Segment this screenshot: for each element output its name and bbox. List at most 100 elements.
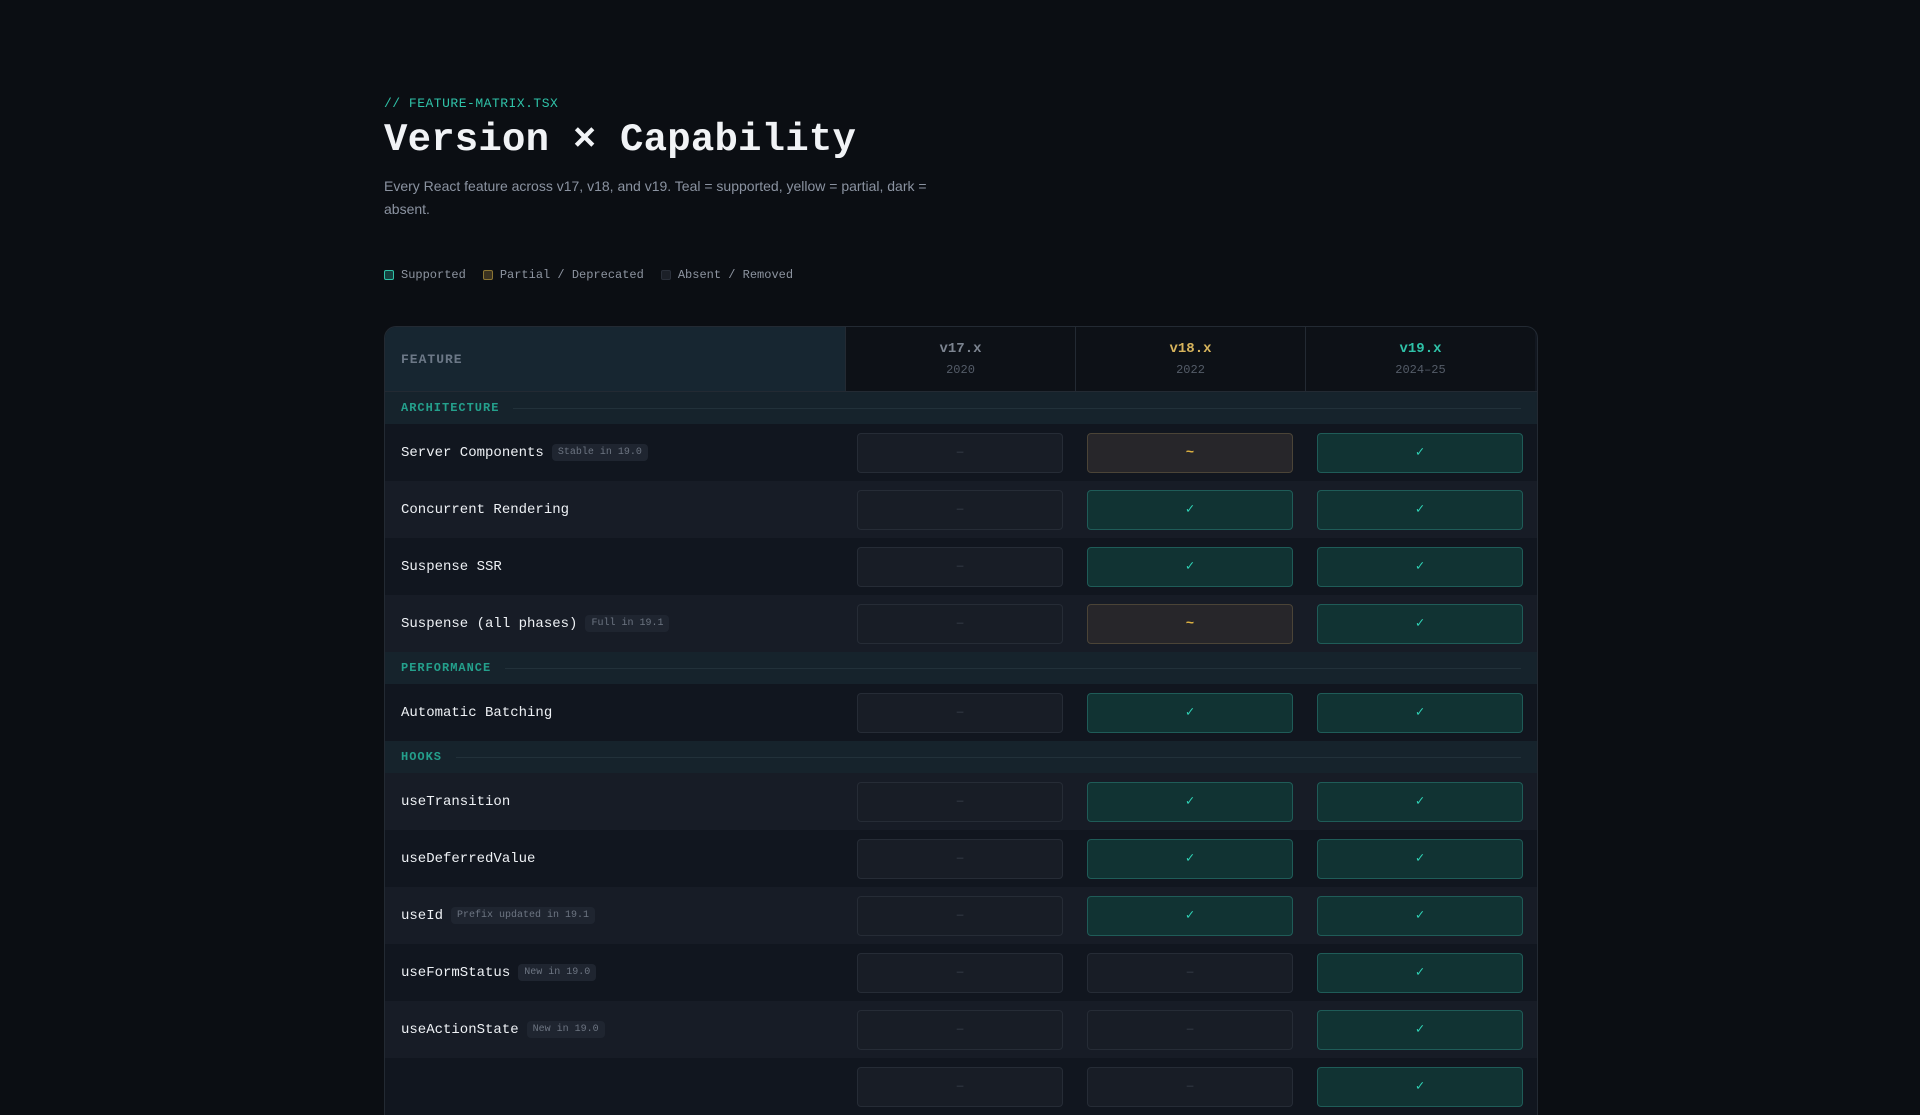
legend-label: Partial / Deprecated (499, 268, 644, 282)
version-note-badge: Stable in 19.0 (551, 444, 648, 461)
legend: Supported Partial / Deprecated Absent / … (384, 268, 810, 282)
check-icon[interactable]: ✓ (1087, 489, 1293, 530)
version-note-badge: New in 19.0 (518, 964, 597, 981)
page-subtitle: Every React feature across v17, v18, and… (384, 178, 927, 217)
dash-icon[interactable]: — (857, 603, 1063, 644)
check-icon[interactable]: ✓ (1317, 546, 1523, 587)
dash-icon[interactable]: — (857, 1009, 1063, 1050)
tilde-icon[interactable]: ~ (1087, 432, 1293, 473)
version-name: v19.x (1399, 341, 1442, 357)
status-cell-v18: — (1075, 944, 1305, 1001)
dash-icon[interactable]: — (1087, 1009, 1293, 1050)
legend-label: Supported (401, 268, 466, 282)
check-icon[interactable]: ✓ (1317, 603, 1523, 644)
file-kicker: // FEATURE-MATRIX.TSX (384, 96, 559, 111)
version-year: 2020 (946, 363, 975, 377)
feature-name: Suspense SSR (401, 558, 502, 575)
check-icon[interactable]: ✓ (1317, 1009, 1523, 1050)
dash-icon[interactable]: — (857, 546, 1063, 587)
check-icon[interactable]: ✓ (1317, 1066, 1523, 1107)
version-year: 2024–25 (1395, 363, 1446, 377)
section-header-hooks: HOOKS (385, 741, 1537, 773)
check-icon[interactable]: ✓ (1317, 781, 1523, 822)
version-header-v19: v19.x 2024–25 (1305, 327, 1535, 391)
check-icon[interactable]: ✓ (1317, 838, 1523, 879)
check-icon[interactable]: ✓ (1087, 546, 1293, 587)
status-cell-v17: — (845, 944, 1075, 1001)
feature-row-useid: useId Prefix updated in 19.1 — ✓ ✓ (385, 887, 1537, 944)
feature-row-blank: — — ✓ (385, 1058, 1537, 1115)
feature-column-header: FEATURE (385, 327, 845, 391)
status-cell-v18: ~ (1075, 595, 1305, 652)
status-cell-v19: ✓ (1305, 1001, 1535, 1058)
status-cell-v18: ✓ (1075, 830, 1305, 887)
status-cell-v17: — (845, 1058, 1075, 1115)
check-icon[interactable]: ✓ (1317, 895, 1523, 936)
legend-item-absent: Absent / Removed (660, 268, 794, 282)
tilde-icon[interactable]: ~ (1087, 603, 1293, 644)
status-cell-v18: — (1075, 1001, 1305, 1058)
feature-cell: Server Components Stable in 19.0 (385, 444, 845, 461)
check-icon[interactable]: ✓ (1087, 895, 1293, 936)
status-cell-v17: — (845, 1001, 1075, 1058)
dash-icon[interactable]: — (1087, 952, 1293, 993)
check-icon[interactable]: ✓ (1087, 781, 1293, 822)
dash-icon[interactable]: — (857, 692, 1063, 733)
feature-row-useactionstate: useActionState New in 19.0 — — ✓ (385, 1001, 1537, 1058)
feature-cell: Suspense (all phases) Full in 19.1 (385, 615, 845, 632)
check-icon[interactable]: ✓ (1317, 692, 1523, 733)
status-cell-v19: ✓ (1305, 595, 1535, 652)
status-cell-v19: ✓ (1305, 944, 1535, 1001)
status-cell-v17: — (845, 830, 1075, 887)
status-cell-v17: — (845, 684, 1075, 741)
feature-cell: useDeferredValue (385, 851, 845, 867)
status-cell-v18: ✓ (1075, 481, 1305, 538)
absent-swatch-icon (660, 270, 671, 280)
feature-cell: Automatic Batching (385, 705, 845, 721)
status-cell-v19: ✓ (1305, 481, 1535, 538)
feature-name: useActionState (401, 1021, 519, 1038)
legend-item-supported: Supported (384, 268, 466, 282)
feature-cell: useId Prefix updated in 19.1 (385, 907, 845, 924)
check-icon[interactable]: ✓ (1087, 692, 1293, 733)
feature-row-usedeferredvalue: useDeferredValue — ✓ ✓ (385, 830, 1537, 887)
supported-swatch-icon (384, 270, 394, 280)
status-cell-v19: ✓ (1305, 1058, 1535, 1115)
legend-label: Absent / Removed (677, 268, 794, 282)
feature-row-usetransition: useTransition — ✓ ✓ (385, 773, 1537, 830)
version-name: v18.x (1169, 341, 1212, 357)
feature-name: useFormStatus (401, 964, 511, 981)
dash-icon[interactable]: — (1087, 1066, 1293, 1107)
check-icon[interactable]: ✓ (1317, 432, 1523, 473)
status-cell-v19: ✓ (1305, 773, 1535, 830)
feature-row-suspense-all-phases: Suspense (all phases) Full in 19.1 — ~ ✓ (385, 595, 1537, 652)
dash-icon[interactable]: — (857, 838, 1063, 879)
section-divider (505, 667, 1521, 669)
status-cell-v17: — (845, 595, 1075, 652)
check-icon[interactable]: ✓ (1087, 838, 1293, 879)
status-cell-v17: — (845, 538, 1075, 595)
check-icon[interactable]: ✓ (1317, 489, 1523, 530)
dash-icon[interactable]: — (857, 781, 1063, 822)
feature-row-suspense-ssr: Suspense SSR — ✓ ✓ (385, 538, 1537, 595)
dash-icon[interactable]: — (857, 489, 1063, 530)
feature-name: Suspense (all phases) (401, 615, 578, 632)
version-header-v18: v18.x 2022 (1075, 327, 1305, 391)
dash-icon[interactable]: — (857, 895, 1063, 936)
page-title: Version × Capability (384, 118, 857, 162)
feature-cell: Suspense SSR (385, 559, 845, 575)
status-cell-v18: — (1075, 1058, 1305, 1115)
dash-icon[interactable]: — (857, 432, 1063, 473)
dash-icon[interactable]: — (857, 1066, 1063, 1107)
status-cell-v18: ✓ (1075, 684, 1305, 741)
version-note-badge: Prefix updated in 19.1 (451, 907, 596, 924)
feature-cell: useActionState New in 19.0 (385, 1021, 845, 1038)
check-icon[interactable]: ✓ (1317, 952, 1523, 993)
feature-name: useTransition (401, 793, 511, 810)
status-cell-v19: ✓ (1305, 887, 1535, 944)
status-cell-v17: — (845, 773, 1075, 830)
dash-icon[interactable]: — (857, 952, 1063, 993)
status-cell-v19: ✓ (1305, 424, 1535, 481)
version-note-badge: New in 19.0 (526, 1021, 605, 1038)
status-cell-v18: ✓ (1075, 538, 1305, 595)
